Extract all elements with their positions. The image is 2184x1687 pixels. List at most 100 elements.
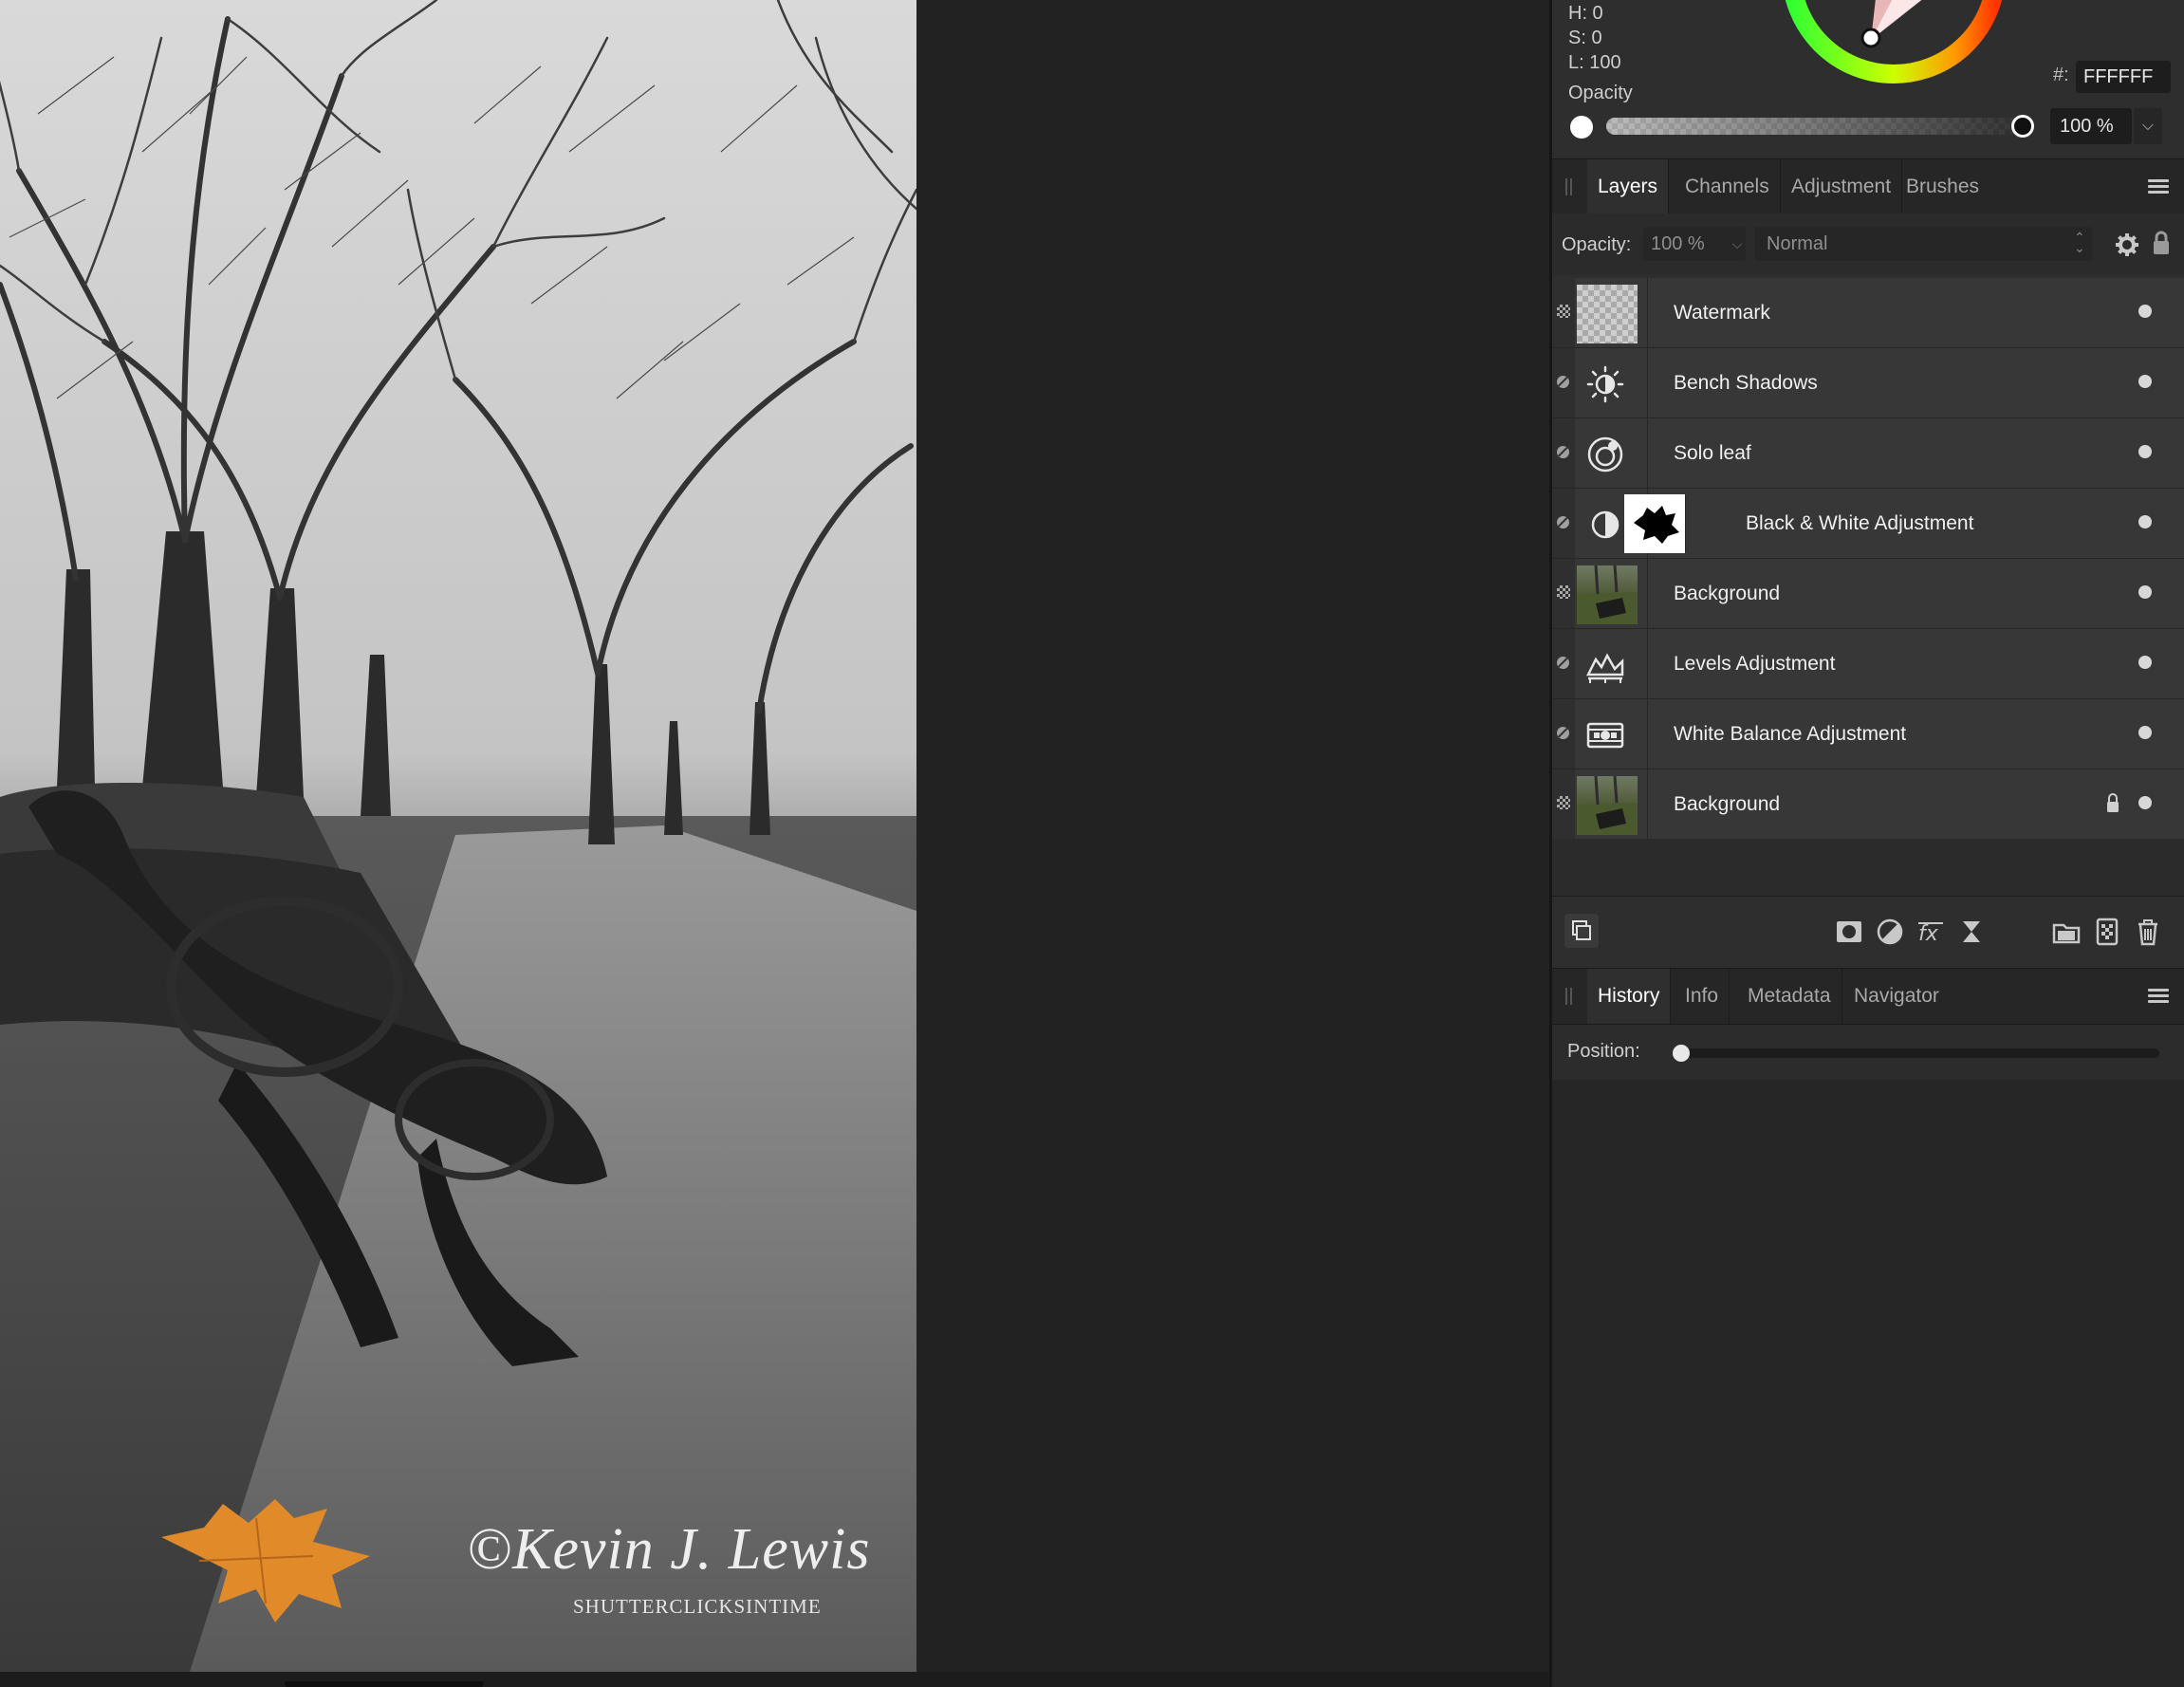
white-balance-icon	[1586, 722, 1624, 749]
position-label: Position:	[1567, 1041, 1640, 1062]
layers-tabbar: Layers Channels Adjustment Brushes	[1552, 158, 2184, 215]
layer-name: Background	[1674, 583, 1781, 604]
watermark-signature: ©Kevin J. Lewis	[467, 1517, 871, 1582]
layer-row[interactable]: Black & White Adjustment	[1552, 489, 2184, 559]
adjustment-layer-add-icon[interactable]	[1876, 918, 1904, 946]
layers-toolbar: fx	[1552, 896, 2184, 969]
fx-icon[interactable]: fx	[1916, 918, 1945, 946]
layer-opacity-dropdown-icon[interactable]: ⌵	[1727, 227, 1748, 261]
visibility-toggle[interactable]	[2138, 445, 2152, 458]
layer-name: Levels Adjustment	[1674, 653, 1836, 675]
hex-input[interactable]: FFFFFF	[2076, 61, 2171, 93]
layer-name: White Balance Adjustment	[1674, 723, 1907, 745]
layer-row[interactable]: Watermark	[1552, 278, 2184, 348]
visibility-toggle[interactable]	[2138, 726, 2152, 739]
opacity-slider-knob[interactable]	[2011, 115, 2034, 138]
layer-name: Solo leaf	[1674, 442, 1751, 464]
lightness-readout: L: 100	[1568, 52, 1621, 73]
tab-adjustment[interactable]: Adjustment	[1781, 159, 1903, 214]
layer-name: Black & White Adjustment	[1746, 512, 1974, 534]
selective-color-icon	[1587, 436, 1623, 473]
history-position-row: Position:	[1552, 1025, 2184, 1080]
opacity-value-field[interactable]: 100 %	[2050, 108, 2132, 144]
current-color-swatch[interactable]	[1570, 116, 1593, 139]
history-tabbar: History Info Metadata Navigator	[1552, 968, 2184, 1025]
panel-menu-icon[interactable]	[2148, 179, 2169, 195]
tab-metadata[interactable]: Metadata	[1737, 969, 1842, 1024]
mask-layer-icon[interactable]	[1835, 918, 1863, 946]
history-position-knob[interactable]	[1673, 1045, 1690, 1062]
layer-stack-icon[interactable]	[1564, 914, 1599, 948]
layer-row[interactable]: White Balance Adjustment	[1552, 699, 2184, 769]
tab-info[interactable]: Info	[1675, 969, 1731, 1024]
adjustment-layer-icon	[1557, 376, 1569, 388]
brightness-icon	[1586, 365, 1624, 403]
opacity-slider[interactable]	[1606, 118, 2028, 135]
layer-thumbnail	[1577, 285, 1638, 343]
visibility-toggle[interactable]	[2138, 796, 2152, 809]
visibility-toggle[interactable]	[2138, 305, 2152, 318]
watermark-site: SHUTTERCLICKSINTIME	[573, 1595, 822, 1618]
layer-row[interactable]: Solo leaf	[1552, 418, 2184, 489]
color-panel: H: 0 S: 0 L: 100 #: FFFFFF Opacity 100 %…	[1552, 0, 2184, 157]
visibility-toggle[interactable]	[2138, 585, 2152, 599]
tab-channels[interactable]: Channels	[1675, 159, 1781, 214]
layer-thumbnail	[1577, 565, 1638, 624]
blend-mode-stepper-icon[interactable]: ⌃ ⌄	[2074, 231, 2085, 254]
layer-name: Watermark	[1674, 302, 1770, 324]
layer-name: Background	[1674, 793, 1781, 815]
adjustment-layer-icon	[1557, 727, 1569, 739]
blend-mode-select[interactable]: Normal	[1755, 227, 2092, 261]
layer-opacity-label: Opacity:	[1562, 234, 1632, 255]
adjustment-layer-icon	[1557, 446, 1569, 458]
add-pixel-layer-icon[interactable]	[2093, 918, 2121, 946]
tab-brushes[interactable]: Brushes	[1896, 159, 1990, 214]
layer-row[interactable]: Background	[1552, 559, 2184, 629]
visibility-toggle[interactable]	[2138, 515, 2152, 528]
visibility-toggle[interactable]	[2138, 656, 2152, 669]
document-photo[interactable]: ©Kevin J. Lewis SHUTTERCLICKSINTIME	[0, 0, 916, 1672]
add-group-icon[interactable]	[2052, 918, 2081, 946]
layer-name: Bench Shadows	[1674, 372, 1818, 394]
canvas-scrollbar[interactable]	[0, 1672, 1549, 1687]
layer-row[interactable]: Bench Shadows	[1552, 348, 2184, 418]
tab-navigator[interactable]: Navigator	[1843, 969, 1950, 1024]
canvas-area[interactable]: ©Kevin J. Lewis SHUTTERCLICKSINTIME	[0, 0, 1549, 1687]
canvas-scroll-thumb[interactable]	[285, 1681, 484, 1687]
photo-artwork	[0, 0, 916, 1672]
panel-drag-handle[interactable]	[1565, 178, 1572, 195]
lock-icon[interactable]	[2152, 230, 2171, 256]
layer-lock-icon[interactable]	[2106, 792, 2119, 813]
layer-row[interactable]: Levels Adjustment	[1552, 629, 2184, 699]
trash-icon[interactable]	[2134, 918, 2162, 946]
layer-options-bar: Opacity: 100 % ⌵ Normal ⌃ ⌄	[1552, 213, 2184, 275]
tab-layers[interactable]: Layers	[1587, 159, 1670, 214]
layer-mask-thumbnail[interactable]	[1624, 494, 1686, 553]
panel-drag-handle[interactable]	[1565, 988, 1572, 1005]
svg-text:fx: fx	[1918, 922, 1939, 946]
tab-history[interactable]: History	[1587, 969, 1672, 1024]
history-panel: Position:	[1552, 1025, 2184, 1687]
layer-list: Watermark Bench Shadows Solo leaf Black …	[1552, 278, 2184, 840]
adjustment-layer-icon	[1557, 657, 1569, 669]
leaf-mask-shape	[1634, 506, 1679, 544]
hue-readout: H: 0	[1568, 3, 1603, 24]
gear-icon[interactable]	[2115, 232, 2139, 257]
opacity-label: Opacity	[1568, 83, 1633, 103]
opacity-dropdown-button[interactable]: ⌵	[2134, 108, 2162, 144]
pixel-layer-icon	[1557, 305, 1570, 318]
visibility-toggle[interactable]	[2138, 375, 2152, 388]
layer-list-empty-space	[1552, 839, 2184, 896]
history-position-slider[interactable]	[1675, 1048, 2159, 1058]
layer-row[interactable]: Background	[1552, 769, 2184, 840]
adjustment-layer-icon	[1557, 516, 1569, 528]
panel-menu-icon[interactable]	[2148, 989, 2169, 1004]
color-wheel[interactable]	[1732, 0, 2055, 85]
layer-thumbnail	[1577, 776, 1638, 835]
hex-prefix: #:	[2053, 65, 2069, 85]
half-circle-icon	[1591, 510, 1619, 539]
live-filter-icon[interactable]	[1957, 918, 1986, 946]
saturation-readout: S: 0	[1568, 28, 1602, 48]
studio-panel: H: 0 S: 0 L: 100 #: FFFFFF Opacity 100 %…	[1549, 0, 2184, 1687]
levels-icon	[1586, 653, 1624, 683]
